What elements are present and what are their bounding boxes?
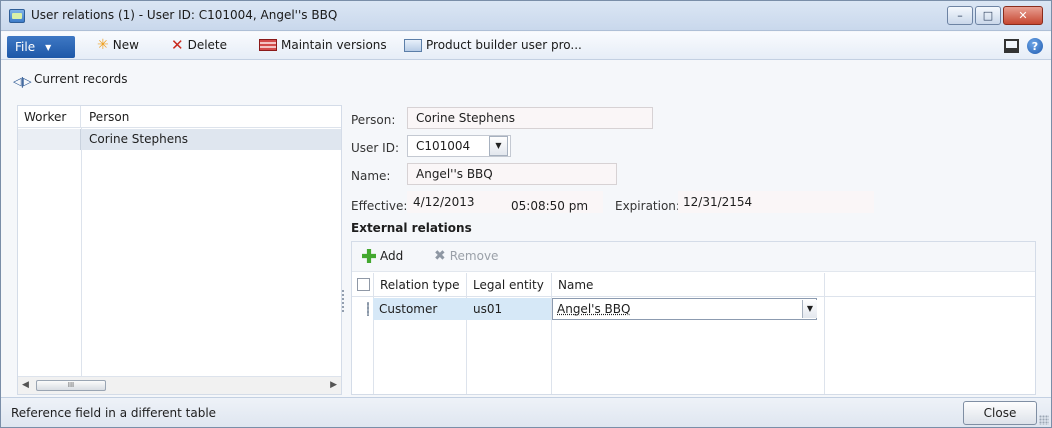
grid-header: Worker Person <box>18 106 341 128</box>
window: User relations (1) - User ID: C101004, A… <box>0 0 1052 428</box>
select-all-checkbox[interactable] <box>357 278 370 291</box>
remove-button[interactable]: ✖ Remove <box>434 249 498 263</box>
row-marker <box>367 302 369 316</box>
row-worker-cell[interactable] <box>18 129 81 150</box>
table-row[interactable]: Corine Stephens <box>18 129 341 150</box>
table-row[interactable]: Customer us01 Angel's BBQ ▼ <box>367 298 1035 320</box>
records-bar: ◁|▷ Current records <box>1 61 1051 97</box>
delete-label: Delete <box>187 38 228 52</box>
userid-label: User ID: <box>351 141 399 155</box>
resize-grip-icon[interactable] <box>1039 415 1049 425</box>
column-header-legal-entity[interactable]: Legal entity <box>473 278 544 292</box>
add-label: Add <box>380 249 404 263</box>
scroll-left-icon[interactable]: ◀ <box>22 380 29 390</box>
column-divider <box>824 273 825 394</box>
current-records-label[interactable]: Current records <box>34 72 127 86</box>
add-button[interactable]: Add <box>362 249 403 263</box>
user-list-grid: Worker Person Corine Stephens ◀ III ▶ <box>17 105 342 395</box>
legal-entity-cell[interactable]: us01 <box>473 302 502 316</box>
name-label: Name: <box>351 169 391 183</box>
close-button[interactable]: Close <box>963 401 1037 425</box>
grid-header: Relation type Legal entity Name <box>352 273 1035 297</box>
name-field[interactable]: Angel''s BBQ <box>407 163 617 185</box>
status-text: Reference field in a different table <box>11 406 217 420</box>
close-window-button[interactable]: ✕ <box>1003 6 1043 25</box>
product-builder-button[interactable]: Product builder user pro... <box>404 38 582 52</box>
effective-label: Effective: <box>351 199 408 213</box>
relation-type-cell[interactable]: Customer <box>379 302 437 316</box>
chevron-down-icon[interactable]: ▼ <box>802 300 817 318</box>
product-builder-label: Product builder user pro... <box>426 38 582 52</box>
new-label: New <box>112 38 139 52</box>
external-relations-toolbar: Add ✖ Remove <box>352 242 1035 272</box>
column-divider <box>551 273 552 394</box>
person-field[interactable]: Corine Stephens <box>407 107 653 129</box>
split-arrows-icon[interactable]: ◁|▷ <box>13 75 32 88</box>
status-bar: Reference field in a different table Clo… <box>1 397 1051 427</box>
remove-label: Remove <box>449 249 499 263</box>
star-icon: ✳ <box>97 37 109 53</box>
column-divider <box>81 128 82 376</box>
expiration-date[interactable]: 12/31/2154 <box>683 195 752 209</box>
external-relations-title: External relations <box>351 221 472 235</box>
maximize-button[interactable]: □ <box>975 6 1001 25</box>
remove-x-icon: ✖ <box>434 248 446 264</box>
external-relations-grid: Relation type Legal entity Name Customer… <box>352 273 1035 394</box>
column-header-relation-type[interactable]: Relation type <box>380 278 459 292</box>
pane-splitter[interactable] <box>341 289 345 313</box>
title-bar: User relations (1) - User ID: C101004, A… <box>1 1 1051 31</box>
column-divider <box>373 273 374 394</box>
column-header-name[interactable]: Name <box>558 278 593 292</box>
person-label: Person: <box>351 113 396 127</box>
delete-button[interactable]: ✕ Delete <box>171 36 228 54</box>
x-icon: ✕ <box>171 36 184 54</box>
userid-dropdown-icon[interactable]: ▼ <box>489 136 508 156</box>
effective-date[interactable]: 4/12/2013 <box>413 195 475 209</box>
column-header-person[interactable]: Person <box>81 106 341 127</box>
maintain-versions-button[interactable]: Maintain versions <box>259 38 387 52</box>
horizontal-scrollbar[interactable]: ◀ III ▶ <box>18 376 341 394</box>
column-header-worker[interactable]: Worker <box>18 106 81 127</box>
scroll-thumb[interactable]: III <box>36 380 106 391</box>
help-icon[interactable]: ? <box>1027 38 1043 54</box>
column-divider <box>466 273 467 394</box>
name-cell-value: Angel's BBQ <box>557 302 631 316</box>
builder-icon <box>404 38 422 52</box>
maintain-versions-label: Maintain versions <box>281 38 387 52</box>
external-relations-panel: Add ✖ Remove Relation type Legal entity … <box>351 241 1036 395</box>
minimize-button[interactable]: – <box>947 6 973 25</box>
name-cell-input[interactable]: Angel's BBQ <box>552 298 817 320</box>
expiration-label: Expiration: <box>615 199 680 213</box>
layout-icon[interactable] <box>1004 39 1019 53</box>
plus-icon <box>362 249 376 263</box>
app-icon <box>9 9 25 23</box>
userid-value: C101004 <box>416 139 471 153</box>
scroll-right-icon[interactable]: ▶ <box>330 380 337 390</box>
window-controls: – □ ✕ <box>947 6 1043 25</box>
versions-icon <box>259 39 277 51</box>
row-person-cell[interactable]: Corine Stephens <box>89 132 188 146</box>
file-label: File <box>15 40 36 54</box>
chevron-down-icon: ▼ <box>45 42 52 52</box>
file-menu-button[interactable]: File ▼ <box>7 36 75 58</box>
window-title: User relations (1) - User ID: C101004, A… <box>31 8 338 22</box>
effective-time[interactable]: 05:08:50 pm <box>511 199 588 213</box>
action-pane: File ▼ ✳ New ✕ Delete Maintain versions … <box>1 32 1051 60</box>
new-button[interactable]: ✳ New <box>97 38 139 52</box>
